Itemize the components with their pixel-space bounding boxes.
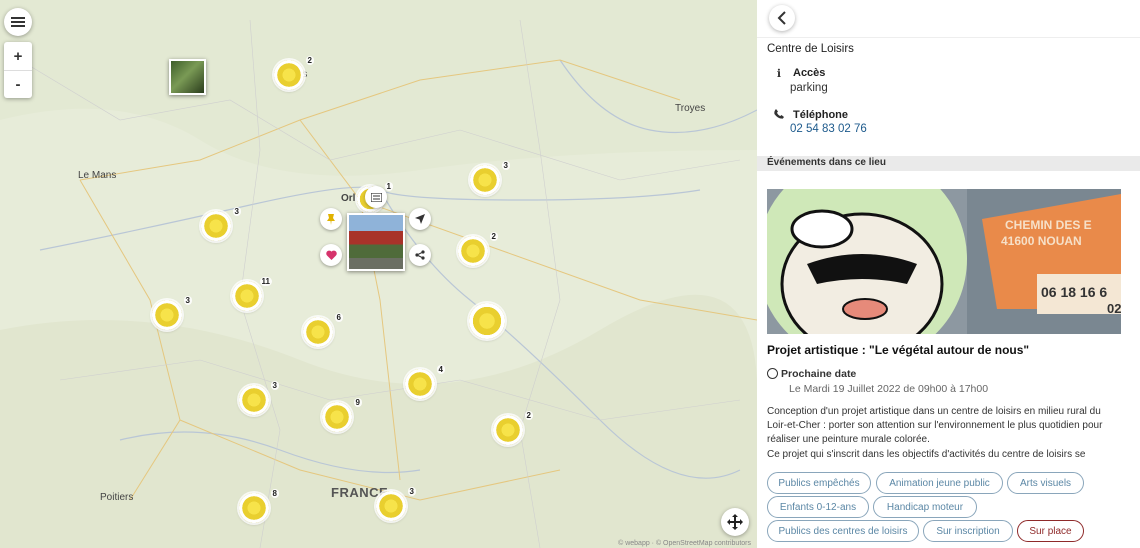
cluster-marker[interactable]: 2 [493, 411, 533, 445]
description-paragraph: Ce projet qui s'inscrit dans les objecti… [767, 448, 1086, 460]
cluster-marker[interactable]: 6 [303, 313, 343, 347]
selected-place-photo[interactable] [347, 213, 405, 271]
phone-icon [773, 109, 785, 122]
popup-pin-button[interactable] [320, 208, 342, 230]
chevron-left-icon [777, 11, 786, 25]
cluster-marker[interactable]: 9 [322, 398, 362, 432]
recenter-button[interactable] [721, 508, 749, 536]
map-attribution: © webapp · © OpenStreetMap contributors [618, 540, 751, 547]
phone-title: Téléphone [793, 109, 849, 121]
tag-publics-empeches[interactable]: Publics empêchés [767, 472, 871, 494]
tag-sur-place[interactable]: Sur place [1017, 520, 1084, 542]
sheep-artwork-image: CHEMIN DES E 41600 NOUAN 06 18 16 6 02 [767, 189, 1121, 334]
tag-arts-visuels[interactable]: Arts visuels [1007, 472, 1084, 494]
city-label-le-mans: Le Mans [78, 170, 117, 181]
city-label-orleans: Orl [341, 193, 356, 204]
event-description: Conception d'un projet artistique dans u… [767, 405, 1109, 462]
pin-icon [327, 213, 335, 225]
events-section-header: Événements dans ce lieu [757, 156, 1140, 171]
cluster-marker[interactable]: 2 [274, 56, 314, 90]
events-title: Événements dans ce lieu [767, 157, 886, 168]
list-icon [370, 192, 382, 202]
info-icon: ℹ [776, 68, 782, 80]
navigate-arrow-icon [415, 214, 425, 224]
svg-text:06 18 16 6: 06 18 16 6 [1041, 284, 1107, 300]
tag-sur-inscription[interactable]: Sur inscription [923, 520, 1013, 542]
svg-text:CHEMIN DES E: CHEMIN DES E [1005, 218, 1092, 232]
heart-icon [325, 250, 337, 260]
zoom-control: + - [4, 42, 32, 98]
map-background [0, 0, 757, 548]
zoom-out-button[interactable]: - [4, 70, 32, 98]
access-title: Accès [793, 67, 826, 79]
panel-header [757, 0, 1140, 38]
popup-share-button[interactable] [409, 244, 431, 266]
place-detail-panel: Centre de Loisirs ℹ Accès parking Téléph… [757, 0, 1140, 548]
cluster-marker[interactable]: 3 [152, 296, 192, 330]
city-label-troyes: Troyes [675, 103, 706, 114]
city-label-poitiers: Poitiers [100, 492, 134, 503]
popup-favorite-button[interactable] [320, 244, 342, 266]
svg-text:41600 NOUAN: 41600 NOUAN [1001, 234, 1082, 248]
share-icon [415, 250, 425, 260]
svg-text:02: 02 [1107, 301, 1121, 316]
map-view[interactable]: Troyes Le Mans Orl Poitiers FRANCE is + … [0, 0, 757, 548]
tag-publics-centres-loisirs[interactable]: Publics des centres de loisirs [767, 520, 919, 542]
tag-enfants-0-12-ans[interactable]: Enfants 0-12-ans [767, 496, 869, 518]
back-button[interactable] [769, 5, 795, 31]
popup-list-button[interactable] [365, 186, 387, 208]
next-date-label: Prochaine date [781, 368, 857, 380]
access-value: parking [790, 82, 828, 94]
cluster-marker[interactable]: 2 [458, 232, 498, 266]
event-image[interactable]: CHEMIN DES E 41600 NOUAN 06 18 16 6 02 [767, 189, 1121, 334]
cluster-marker[interactable]: 3 [470, 161, 510, 195]
tag-handicap-moteur[interactable]: Handicap moteur [873, 496, 977, 518]
cluster-marker[interactable]: 8 [239, 489, 279, 523]
cluster-marker[interactable]: 3 [376, 487, 416, 521]
zoom-in-button[interactable]: + [4, 42, 32, 70]
cluster-marker[interactable]: 3 [239, 381, 279, 415]
place-photo-marker[interactable] [169, 59, 206, 95]
cluster-marker[interactable]: 3 [201, 207, 241, 241]
move-arrows-icon [727, 514, 743, 530]
next-date-value: Le Mardi 19 Juillet 2022 de 09h00 à 17h0… [789, 383, 989, 395]
tag-animation-jeune-public[interactable]: Animation jeune public [876, 472, 1003, 494]
cluster-marker[interactable]: 11 [232, 277, 272, 311]
popup-navigate-button[interactable] [409, 208, 431, 230]
cluster-marker[interactable] [469, 303, 505, 339]
event-title[interactable]: Projet artistique : "Le végétal autour d… [767, 343, 1029, 357]
menu-icon [11, 17, 25, 27]
description-paragraph: Conception d'un projet artistique dans u… [767, 406, 1103, 446]
cluster-marker[interactable]: 4 [405, 365, 445, 399]
menu-button[interactable] [4, 8, 32, 36]
place-category: Centre de Loisirs [767, 43, 854, 55]
phone-link[interactable]: 02 54 83 02 76 [790, 123, 867, 135]
clock-icon [767, 368, 778, 379]
